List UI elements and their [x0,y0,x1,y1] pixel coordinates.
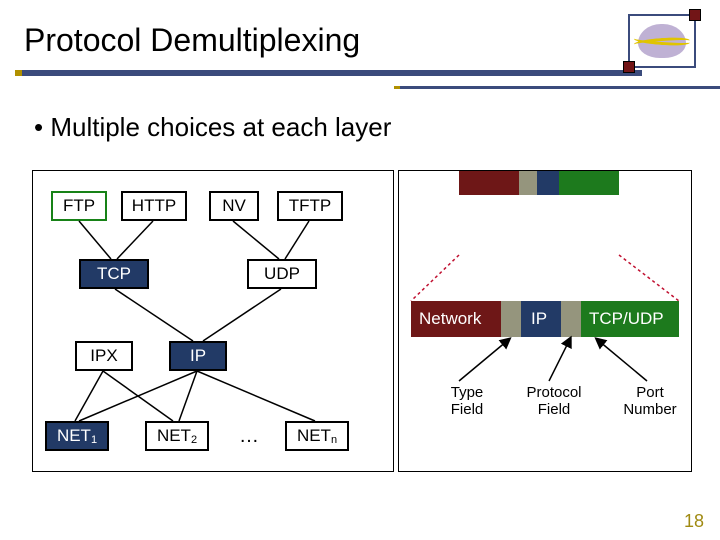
label-port-number: Port Number [617,385,683,418]
page-title: Protocol Demultiplexing [24,22,360,59]
box-net2: NET2 [145,421,209,451]
netn-pre: NET [297,426,331,446]
hdr-tcpudp-label: TCP/UDP [589,309,664,329]
rule-thin [400,86,720,89]
page-number: 18 [684,511,704,532]
logo [628,14,696,68]
label-type-field: Type Field [437,385,497,418]
box-ip: IP [169,341,227,371]
netn-sub: n [331,434,337,446]
box-udp: UDP [247,259,317,289]
packet-seg-payload [559,171,619,195]
box-tcp: TCP [79,259,149,289]
logo-square-tr [689,9,701,21]
hdr-ip-label: IP [531,309,547,329]
slide: Protocol Demultiplexing • Multiple choic… [0,0,720,540]
box-nv: NV [209,191,259,221]
box-ftp: FTP [51,191,107,221]
box-http: HTTP [121,191,187,221]
logo-square-bl [623,61,635,73]
packet-seg-network [459,171,519,195]
box-tftp: TFTP [277,191,343,221]
panel-right: Network IP TCP/UDP Type Field Protocol F… [398,170,692,472]
bullet-text: Multiple choices at each layer [50,112,391,142]
box-net1: NET1 [45,421,109,451]
net1-sub: 1 [91,434,97,446]
packet-seg-type [519,171,537,195]
box-ipx: IPX [75,341,133,371]
panel-left: FTP HTTP NV TFTP TCP UDP IPX IP NET1 NET… [32,170,394,472]
net-ellipsis: … [239,425,261,448]
hdr-network-label: Network [419,309,481,329]
bullet-line: • Multiple choices at each layer [34,112,391,143]
hdr-type [501,301,521,337]
packet-seg-ip [537,171,559,195]
net2-pre: NET [157,426,191,446]
net1-pre: NET [57,426,91,446]
rule-accent-top [15,70,22,76]
rule-thick [22,70,642,76]
hdr-proto [561,301,581,337]
label-protocol-field: Protocol Field [519,385,589,418]
net2-sub: 2 [191,434,197,446]
box-netn: NETn [285,421,349,451]
